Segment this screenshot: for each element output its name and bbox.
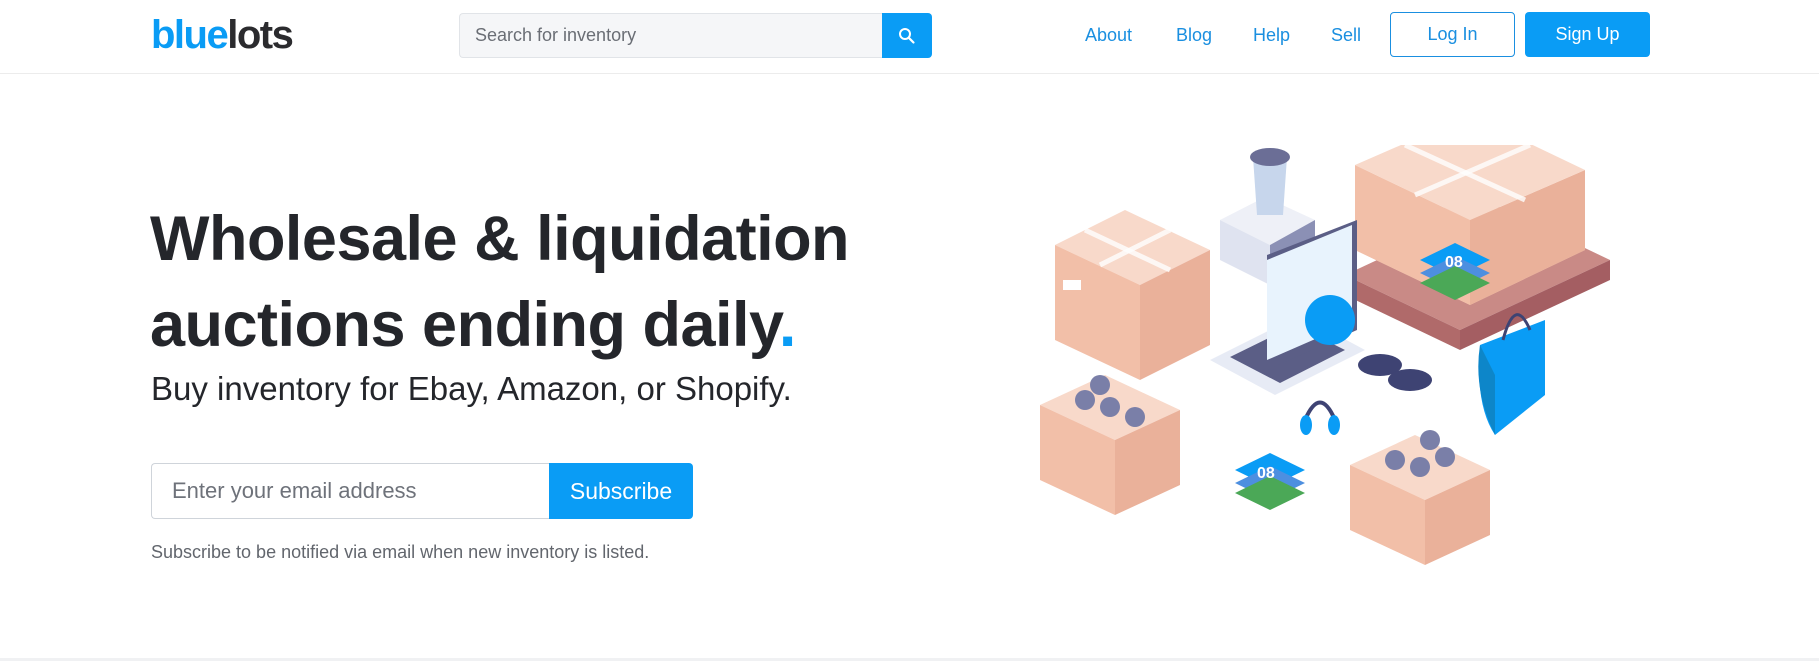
hero-title-dot: . [778, 290, 797, 360]
hero-title: Wholesale & liquidation auctions ending … [150, 196, 850, 368]
open-box-left [1040, 375, 1180, 515]
big-box [1055, 210, 1210, 380]
logo[interactable]: bluelots [151, 12, 294, 58]
pallet-boxes [1345, 145, 1610, 350]
search-button[interactable] [882, 13, 932, 58]
hero-subtitle: Buy inventory for Ebay, Amazon, or Shopi… [151, 370, 792, 407]
search-input[interactable] [459, 13, 882, 58]
nav-link-about[interactable]: About [1085, 25, 1132, 46]
logo-part-lots: lots [227, 13, 294, 57]
open-box-right [1350, 430, 1490, 565]
hero-illustration: 08 08 [1040, 145, 1610, 565]
nav-link-help[interactable]: Help [1253, 25, 1290, 46]
logo-part-blue: blue [151, 13, 229, 57]
subscribe-note: Subscribe to be notified via email when … [151, 542, 650, 562]
subscribe-button[interactable]: Subscribe [549, 463, 693, 519]
nav-link-sell[interactable]: Sell [1331, 25, 1361, 46]
jersey-stack-bottom: 08 [1235, 453, 1305, 510]
login-button[interactable]: Log In [1390, 12, 1515, 57]
sneakers [1358, 354, 1432, 391]
search-icon [899, 27, 915, 44]
subscribe-form: Subscribe [151, 463, 693, 519]
email-input[interactable] [151, 463, 549, 519]
jersey-number: 08 [1445, 254, 1463, 271]
search-bar [459, 13, 932, 58]
site-header: bluelots About Blog Help Sell Log In Sig… [0, 0, 1819, 74]
jersey-number-bottom: 08 [1257, 465, 1275, 482]
hero-title-line1: Wholesale & liquidation [150, 204, 850, 274]
hero-title-line2: auctions ending daily [150, 290, 779, 360]
headphones [1300, 400, 1340, 435]
nav-link-blog[interactable]: Blog [1176, 25, 1212, 46]
signup-button[interactable]: Sign Up [1525, 12, 1650, 57]
